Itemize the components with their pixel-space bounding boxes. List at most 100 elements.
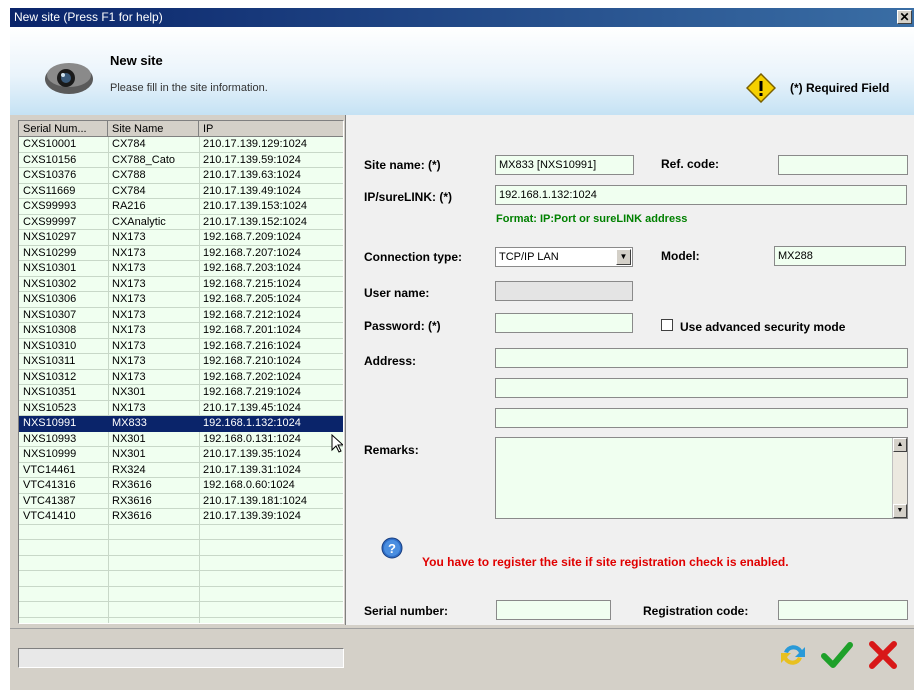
table-row[interactable]: CXS10156 CX788_Cato 210.17.139.59:1024 [19, 153, 343, 168]
address-line-2[interactable] [495, 378, 908, 398]
site-name-cell: NX173 [112, 262, 146, 274]
table-row[interactable] [19, 571, 343, 587]
site-name-cell: CX788 [112, 169, 146, 181]
ip-cell: 192.168.7.201:1024 [203, 324, 301, 336]
remarks-textarea[interactable]: ▲ ▼ [495, 437, 908, 519]
advanced-security-checkbox[interactable] [661, 319, 673, 331]
remarks-scrollbar[interactable]: ▲ ▼ [892, 438, 907, 518]
serial-cell: NXS10299 [23, 246, 77, 259]
serial-cell: VTC14461 [23, 463, 76, 476]
connection-type-select[interactable]: TCP/IP LAN ▼ [495, 247, 633, 267]
table-row[interactable] [19, 540, 343, 556]
ip-cell: 192.168.7.202:1024 [203, 370, 301, 383]
table-row[interactable]: NXS10311 NX173 192.168.7.210:1024 [19, 354, 343, 370]
column-header-site-name[interactable]: Site Name [108, 121, 199, 137]
serial-cell: NXS10523 [23, 401, 77, 414]
table-row[interactable]: VTC41387 RX3616 210.17.139.181:1024 [19, 494, 343, 509]
scroll-up-icon[interactable]: ▲ [893, 438, 907, 452]
table-row[interactable]: NXS10307 NX173 192.168.7.212:1024 [19, 308, 343, 323]
table-row[interactable]: NXS10312 NX173 192.168.7.202:1024 [19, 370, 343, 385]
serial-cell: VTC41387 [23, 494, 76, 507]
address-line-3[interactable] [495, 408, 908, 428]
ip-cell: 192.168.7.203:1024 [203, 262, 301, 274]
password-input[interactable] [495, 313, 633, 333]
ip-cell: 192.168.7.207:1024 [203, 246, 301, 259]
ip-cell: 192.168.0.60:1024 [203, 479, 295, 491]
remarks-label: Remarks: [364, 443, 419, 457]
ip-cell: 210.17.139.153:1024 [203, 200, 307, 212]
table-row[interactable] [19, 525, 343, 540]
table-row[interactable]: CXS10376 CX788 210.17.139.63:1024 [19, 168, 343, 184]
site-name-input[interactable]: MX833 [NXS10991] [495, 155, 634, 175]
site-name-cell: RX3616 [112, 479, 152, 491]
username-input[interactable] [495, 281, 633, 301]
ref-code-input[interactable] [778, 155, 908, 175]
serial-cell: CXS10001 [23, 138, 77, 150]
serial-cell: CXS11669 [23, 184, 76, 197]
chevron-down-icon[interactable]: ▼ [616, 249, 631, 265]
table-row[interactable]: VTC41316 RX3616 192.168.0.60:1024 [19, 478, 343, 494]
serial-number-input[interactable] [496, 600, 611, 620]
ip-cell: 210.17.139.152:1024 [203, 215, 307, 228]
info-icon: ? [381, 537, 403, 559]
site-name-cell: NX301 [112, 448, 146, 460]
registration-warning: You have to register the site if site re… [422, 555, 789, 569]
table-row[interactable]: NXS10999 NX301 210.17.139.35:1024 [19, 447, 343, 463]
cancel-x-icon[interactable] [866, 638, 900, 672]
table-row[interactable] [19, 587, 343, 602]
required-field-note: (*) Required Field [790, 81, 890, 95]
table-row[interactable]: NXS10308 NX173 192.168.7.201:1024 [19, 323, 343, 339]
registration-code-label: Registration code: [643, 604, 749, 618]
table-row[interactable]: CXS10001 CX784 210.17.139.129:1024 [19, 137, 343, 153]
close-icon[interactable]: ✕ [897, 10, 912, 24]
table-row[interactable]: NXS10991 MX833 192.168.1.132:1024 [19, 416, 343, 432]
table-row[interactable]: NXS10351 NX301 192.168.7.219:1024 [19, 385, 343, 401]
site-name-cell: NX173 [112, 293, 146, 305]
refresh-icon[interactable] [776, 638, 810, 672]
serial-cell: NXS10308 [23, 324, 77, 336]
site-name-cell: RX324 [112, 463, 146, 476]
ip-cell: 210.17.139.59:1024 [203, 153, 301, 166]
ip-input[interactable]: 192.168.1.132:1024 [495, 185, 907, 205]
table-row[interactable]: VTC41410 RX3616 210.17.139.39:1024 [19, 509, 343, 525]
table-row[interactable] [19, 602, 343, 618]
serial-cell: NXS10312 [23, 370, 77, 383]
table-row[interactable]: CXS99997 CXAnalytic 210.17.139.152:1024 [19, 215, 343, 230]
table-row[interactable]: NXS10523 NX173 210.17.139.45:1024 [19, 401, 343, 416]
table-row[interactable]: NXS10310 NX173 192.168.7.216:1024 [19, 339, 343, 354]
ok-check-icon[interactable] [820, 638, 854, 672]
table-row[interactable]: NXS10301 NX173 192.168.7.203:1024 [19, 261, 343, 277]
site-name-cell: NX173 [112, 308, 146, 321]
site-name-cell: CX784 [112, 138, 146, 150]
header-banner: New site Please fill in the site informa… [10, 27, 914, 115]
table-row[interactable]: NXS10297 NX173 192.168.7.209:1024 [19, 230, 343, 246]
serial-cell: VTC41410 [23, 510, 76, 522]
scroll-down-icon[interactable]: ▼ [893, 504, 907, 518]
serial-cell: NXS10297 [23, 231, 77, 243]
table-row[interactable]: NXS10299 NX173 192.168.7.207:1024 [19, 246, 343, 261]
serial-cell: VTC41316 [23, 479, 76, 491]
site-list[interactable]: Serial Num... Site Name IP CXS10001 CX784… [18, 120, 344, 624]
table-row[interactable]: VTC14461 RX324 210.17.139.31:1024 [19, 463, 343, 478]
title-bar[interactable]: New site (Press F1 for help) ✕ [10, 8, 914, 27]
ip-cell: 192.168.7.219:1024 [203, 386, 301, 398]
table-row[interactable]: NXS10993 NX301 192.168.0.131:1024 [19, 432, 343, 447]
table-row[interactable]: NXS10306 NX173 192.168.7.205:1024 [19, 292, 343, 308]
column-header-serial[interactable]: Serial Num... [19, 121, 108, 137]
warning-diamond-icon [746, 73, 776, 103]
model-input[interactable]: MX288 [774, 246, 906, 266]
address-line-1[interactable] [495, 348, 908, 368]
advanced-security-label: Use advanced security mode [680, 320, 846, 334]
site-name-cell: CX788_Cato [112, 153, 175, 166]
site-name-cell: NX301 [112, 386, 146, 398]
table-row[interactable]: NXS10302 NX173 192.168.7.215:1024 [19, 277, 343, 292]
table-row[interactable]: CXS99993 RA216 210.17.139.153:1024 [19, 199, 343, 215]
table-row[interactable]: CXS11669 CX784 210.17.139.49:1024 [19, 184, 343, 199]
table-row[interactable] [19, 556, 343, 571]
serial-cell: NXS10307 [23, 308, 77, 321]
column-header-ip[interactable]: IP [199, 121, 343, 137]
site-name-cell: RX3616 [112, 494, 152, 507]
site-name-cell: NX173 [112, 231, 146, 243]
registration-code-input[interactable] [778, 600, 908, 620]
header-title: New site [110, 53, 163, 68]
